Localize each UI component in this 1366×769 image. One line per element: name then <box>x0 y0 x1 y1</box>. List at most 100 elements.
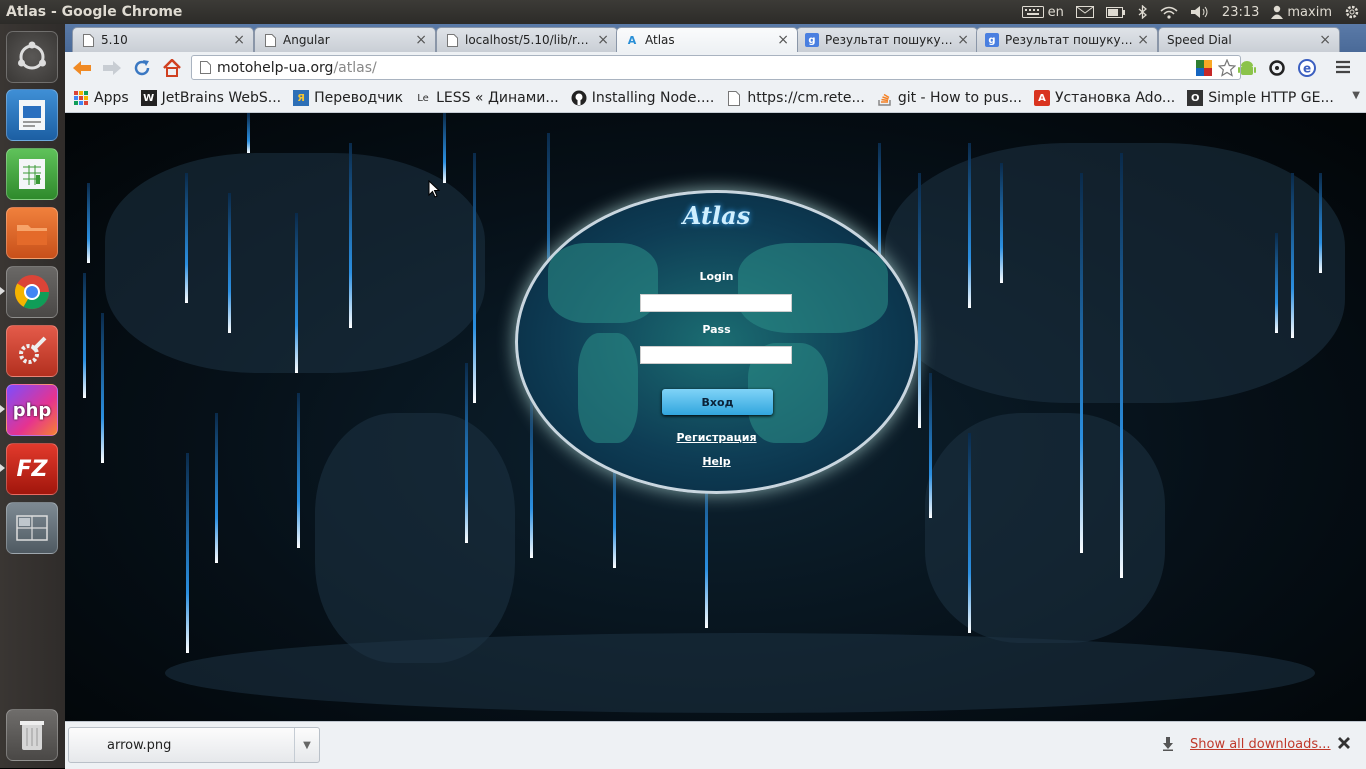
launcher-filezilla[interactable]: FZ <box>6 443 58 495</box>
tab-localhost[interactable]: localhost/5.10/lib/requ × <box>436 27 618 52</box>
volume-icon[interactable] <box>1190 5 1210 19</box>
light-streak <box>228 193 231 333</box>
tab-close-icon[interactable]: × <box>957 32 969 48</box>
tab-google-results[interactable]: g Результат пошуку Goo × <box>796 27 978 52</box>
back-button[interactable] <box>69 55 95 81</box>
mail-icon[interactable] <box>1075 6 1094 18</box>
bookmark-apps[interactable]: Apps <box>73 90 129 106</box>
light-streak <box>1291 173 1294 338</box>
show-all-downloads-link[interactable]: Show all downloads... <box>1190 737 1331 752</box>
presentation-icon <box>19 100 45 130</box>
page-icon <box>445 33 459 47</box>
launcher-workspaces[interactable] <box>6 502 58 554</box>
password-input[interactable] <box>640 346 792 364</box>
bookmark-cm-rete[interactable]: https://cm.rete... <box>726 90 865 106</box>
bookmarks-overflow-chevron-icon[interactable]: ▼ <box>1352 90 1360 101</box>
light-streak <box>1120 153 1123 578</box>
bookmark-star-icon[interactable] <box>1218 58 1236 77</box>
help-link[interactable]: Help <box>518 455 915 468</box>
login-input[interactable] <box>640 294 792 312</box>
address-bar[interactable]: motohelp-ua.org/atlas/ <box>191 55 1241 80</box>
bookmark-simple-http[interactable]: O Simple HTTP GE... <box>1187 90 1334 106</box>
settings-gear-icon[interactable] <box>1344 4 1360 20</box>
bookmark-translator[interactable]: Я Переводчик <box>293 90 403 106</box>
chrome-icon <box>15 275 49 309</box>
launcher-phpstorm[interactable]: php <box>6 384 58 436</box>
launcher-trash[interactable] <box>6 709 58 761</box>
tab-label: Atlas <box>645 33 675 47</box>
chrome-menu-icon[interactable] <box>1335 60 1351 78</box>
e-extension-icon[interactable]: e <box>1298 59 1316 81</box>
tab-speed-dial[interactable]: Speed Dial × <box>1158 27 1340 52</box>
login-label: Login <box>699 270 734 283</box>
launcher-dash[interactable] <box>6 31 58 83</box>
bookmark-label: https://cm.rete... <box>747 90 865 106</box>
user-menu[interactable]: maxim <box>1271 5 1332 20</box>
light-streak <box>465 363 468 543</box>
bookmark-github[interactable]: Installing Node.... <box>571 90 714 106</box>
download-arrow-icon <box>1162 737 1174 755</box>
ubuntu-logo-icon <box>18 41 46 70</box>
wifi-icon[interactable] <box>1160 6 1178 19</box>
top-panel: Atlas - Google Chrome en 23:13 maxim <box>0 0 1366 24</box>
tab-close-icon[interactable]: × <box>777 32 789 48</box>
tab-close-icon[interactable]: × <box>597 32 609 48</box>
download-item[interactable]: arrow.png ▼ <box>68 727 320 763</box>
page-content: Atlas Login Pass Вход Регистрация Help <box>65 113 1366 721</box>
tab-label: 5.10 <box>101 33 128 47</box>
sync-extension-icon[interactable] <box>1268 59 1286 81</box>
atlas-favicon-icon: A <box>627 33 637 47</box>
android-extension-icon[interactable] <box>1238 59 1256 81</box>
light-streak <box>443 113 446 183</box>
battery-icon[interactable] <box>1105 6 1126 18</box>
light-streak <box>349 143 352 328</box>
bookmark-jetbrains[interactable]: W JetBrains WebS... <box>140 90 281 106</box>
home-button[interactable] <box>159 55 185 81</box>
download-filename: arrow.png <box>107 737 172 753</box>
bookmark-stackoverflow[interactable]: git - How to pus... <box>877 90 1022 106</box>
light-streak <box>87 183 90 263</box>
bookmark-adobe[interactable]: A Установка Ado... <box>1033 90 1175 106</box>
bookmarks-bar: Apps W JetBrains WebS... Я Переводчик Le… <box>65 84 1366 113</box>
download-menu-chevron-icon[interactable]: ▼ <box>294 728 319 762</box>
launcher-settings[interactable] <box>6 325 58 377</box>
spreadsheet-icon <box>19 159 45 189</box>
tab-close-icon[interactable]: × <box>1137 32 1149 48</box>
less-icon: Le <box>417 92 429 104</box>
simple-http-icon: O <box>1187 90 1204 106</box>
bookmark-label: LESS « Динами... <box>436 90 559 106</box>
light-streak <box>968 433 971 633</box>
close-downloads-bar-icon[interactable] <box>1337 736 1351 754</box>
tab-close-icon[interactable]: × <box>415 32 427 48</box>
extension-color-icon[interactable] <box>1196 59 1212 76</box>
light-streak <box>1000 163 1003 283</box>
tab-close-icon[interactable]: × <box>233 32 245 48</box>
light-streak <box>186 453 189 653</box>
tab-atlas[interactable]: A Atlas × <box>616 27 798 52</box>
tab-label: localhost/5.10/lib/requ <box>465 33 594 47</box>
reload-button[interactable] <box>129 55 155 81</box>
launcher-impress[interactable] <box>6 89 58 141</box>
register-link[interactable]: Регистрация <box>518 431 915 444</box>
keyboard-layout: en <box>1047 4 1064 20</box>
login-submit-button[interactable]: Вход <box>662 389 773 415</box>
forward-button[interactable] <box>99 55 125 81</box>
bookmark-less[interactable]: Le LESS « Динами... <box>415 90 559 106</box>
launcher-chrome[interactable] <box>6 266 58 318</box>
keyboard-icon <box>1021 6 1044 18</box>
unity-launcher: php FZ <box>0 24 65 768</box>
translator-icon: Я <box>293 90 310 106</box>
tab-google-results[interactable]: g Результат пошуку Goo × <box>976 27 1158 52</box>
keyboard-indicator[interactable]: en <box>1021 4 1064 20</box>
launcher-calc[interactable] <box>6 148 58 200</box>
system-settings-icon <box>19 336 47 364</box>
mouse-cursor-icon <box>428 180 440 198</box>
tab-5-10[interactable]: 5.10 × <box>72 27 254 52</box>
bluetooth-icon[interactable] <box>1138 5 1148 19</box>
tab-angular[interactable]: Angular × <box>254 27 436 52</box>
clock[interactable]: 23:13 <box>1222 5 1259 20</box>
light-streak <box>530 393 533 558</box>
tab-close-icon[interactable]: × <box>1319 32 1331 48</box>
launcher-files[interactable] <box>6 207 58 259</box>
page-icon <box>81 33 95 47</box>
